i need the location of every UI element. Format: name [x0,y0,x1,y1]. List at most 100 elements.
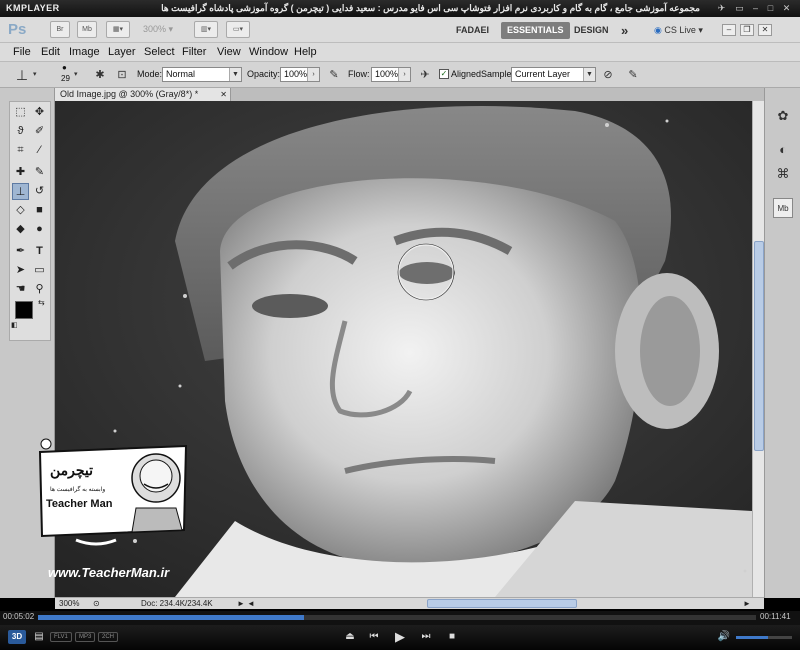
zoom-tool-icon[interactable]: ⚲ [31,281,48,298]
menu-edit[interactable]: Edit [41,43,60,61]
vertical-scroll-thumb[interactable] [754,241,764,451]
volume-slider[interactable] [736,636,792,639]
player-close-icon[interactable]: ✕ [781,3,792,14]
menu-view[interactable]: View [217,43,241,61]
pressure-opacity-icon[interactable]: ✎ [326,67,342,83]
mode-3d-button[interactable]: 3D [8,630,26,644]
aligned-label: Aligned [451,69,482,79]
player-maximize-icon[interactable]: □ [765,3,776,14]
watermark-brand-fa: تیچرمن [50,462,94,478]
menu-layer[interactable]: Layer [108,43,136,61]
scroll-left-icon[interactable]: ◄ [247,598,255,609]
teacherman-logo [38,438,188,546]
next-icon[interactable]: ⏭ [418,629,434,645]
foreground-color-swatch[interactable] [15,301,33,319]
menu-help[interactable]: Help [294,43,317,61]
brush-size-value[interactable]: 29 [61,74,70,83]
right-dock-panel: ✿ ◐ ⌘ Mb [764,88,800,598]
view-extras-button[interactable]: ▦▾ [106,21,130,38]
clone-stamp-preset-icon[interactable]: ⊥ [14,67,30,83]
pressure-size-icon[interactable]: ✎ [625,67,641,83]
status-doc-size: Doc: 234.4K/234.4K [141,599,213,608]
brush-panel-icon[interactable]: ✱ [92,67,108,83]
status-zoom-level[interactable]: 300% [59,598,79,609]
document-tab[interactable]: Old Image.jpg @ 300% (Gray/8*) * ✕ [55,88,231,101]
hand-tool-icon[interactable]: ☚ [12,281,29,298]
mini-bridge-panel-icon[interactable]: Mb [773,198,793,218]
pin-icon[interactable]: ✈ [716,3,727,14]
preset-dropdown-icon[interactable]: ▾ [33,70,37,78]
close-tab-icon[interactable]: ✕ [220,88,227,101]
cs-live-icon: ◉ [654,25,662,35]
airbrush-icon[interactable]: ✈ [417,67,433,83]
horizontal-scroll-thumb[interactable] [427,599,577,608]
player-minimize-icon[interactable]: – [750,3,761,14]
masks-panel-icon[interactable]: ⌘ [773,164,793,184]
mini-bridge-button[interactable]: Mb [77,21,97,38]
eject-icon[interactable]: ⏏ [342,629,358,645]
mode-select[interactable]: Normal ▼ [162,67,242,82]
play-icon[interactable]: ▶ [392,629,408,645]
cs-live-button[interactable]: ◉ CS Live ▾ [654,22,703,39]
default-colors-icon[interactable]: ◧ [11,321,18,329]
ignore-adjustment-layers-icon[interactable]: ⊘ [600,67,616,83]
gradient-tool-icon[interactable]: ■ [31,202,48,219]
seek-bar[interactable] [38,615,756,620]
screen-mode-button[interactable]: ▭▾ [226,21,250,38]
brush-tool-icon[interactable]: ✎ [31,164,48,181]
player-menu-icon[interactable]: ▭ [734,3,745,14]
ps-application-bar: Ps Br Mb ▦▾ 300% ▾ ▥▾ ▭▾ FADAEI ESSENTIA… [0,17,800,43]
menu-window[interactable]: Window [249,43,288,61]
aligned-checkbox[interactable]: ✓ [439,69,449,79]
previous-icon[interactable]: ⏮ [366,629,382,645]
crop-tool-icon[interactable]: ⌗ [12,142,29,159]
pen-tool-icon[interactable]: ✒ [12,243,29,260]
quick-select-tool-icon[interactable]: ✐ [31,123,48,140]
bridge-button[interactable]: Br [50,21,70,38]
eyedropper-tool-icon[interactable]: ⁄ [31,142,48,159]
eraser-tool-icon[interactable]: ◇ [12,202,29,219]
healing-brush-tool-icon[interactable]: ✚ [12,164,29,181]
menu-file[interactable]: File [13,43,31,61]
marquee-tool-icon[interactable]: ⬚ [12,104,29,121]
blur-tool-icon[interactable]: ◆ [12,221,29,238]
arrange-documents-button[interactable]: ▥▾ [194,21,218,38]
workspace-design[interactable]: DESIGN [568,22,615,39]
menu-filter[interactable]: Filter [182,43,206,61]
clone-source-panel-icon[interactable]: ⊡ [114,67,130,83]
ps-minimize-icon[interactable]: – [722,24,736,36]
opacity-field[interactable]: 100% › [280,67,320,82]
stop-icon[interactable]: ■ [444,629,460,645]
workspace-fadaei[interactable]: FADAEI [450,22,495,39]
sample-value: Current Layer [515,69,571,79]
brush-dropdown-icon[interactable]: ▾ [74,70,78,78]
menu-image[interactable]: Image [69,43,100,61]
vertical-scrollbar[interactable] [752,101,764,597]
ps-close-icon[interactable]: ✕ [758,24,772,36]
swap-colors-icon[interactable]: ⇆ [38,298,45,307]
mode-value: Normal [166,69,196,79]
path-selection-tool-icon[interactable]: ➤ [12,262,29,279]
workspace-essentials[interactable]: ESSENTIALS [501,22,570,39]
more-workspaces-icon[interactable]: » [615,22,634,39]
sample-select[interactable]: Current Layer ▼ [511,67,596,82]
adjustments-panel-icon[interactable]: ◐ [773,140,793,160]
menu-select[interactable]: Select [144,43,175,61]
move-tool-icon[interactable]: ✥ [31,104,48,121]
flow-field[interactable]: 100% › [371,67,411,82]
opacity-label: Opacity: [247,69,281,79]
clone-stamp-tool-icon[interactable]: ⊥ [12,183,29,200]
shape-tool-icon[interactable]: ▭ [31,262,48,279]
scroll-right-icon[interactable]: ► [743,598,751,609]
lasso-tool-icon[interactable]: ϑ [12,123,29,140]
zoom-level-combo[interactable]: 300% ▾ [143,24,173,35]
playlist-icon[interactable]: ▤ [31,629,47,645]
ps-restore-icon[interactable]: ❐ [740,24,754,36]
volume-icon[interactable]: 🔊 [716,629,732,645]
status-info-icon[interactable]: ⊙ [93,598,100,609]
history-brush-tool-icon[interactable]: ↺ [31,183,48,200]
status-menu-arrow-icon[interactable]: ► [237,598,245,609]
dodge-tool-icon[interactable]: ● [31,221,48,238]
type-tool-icon[interactable]: T [31,243,48,260]
color-panel-icon[interactable]: ✿ [773,106,793,126]
